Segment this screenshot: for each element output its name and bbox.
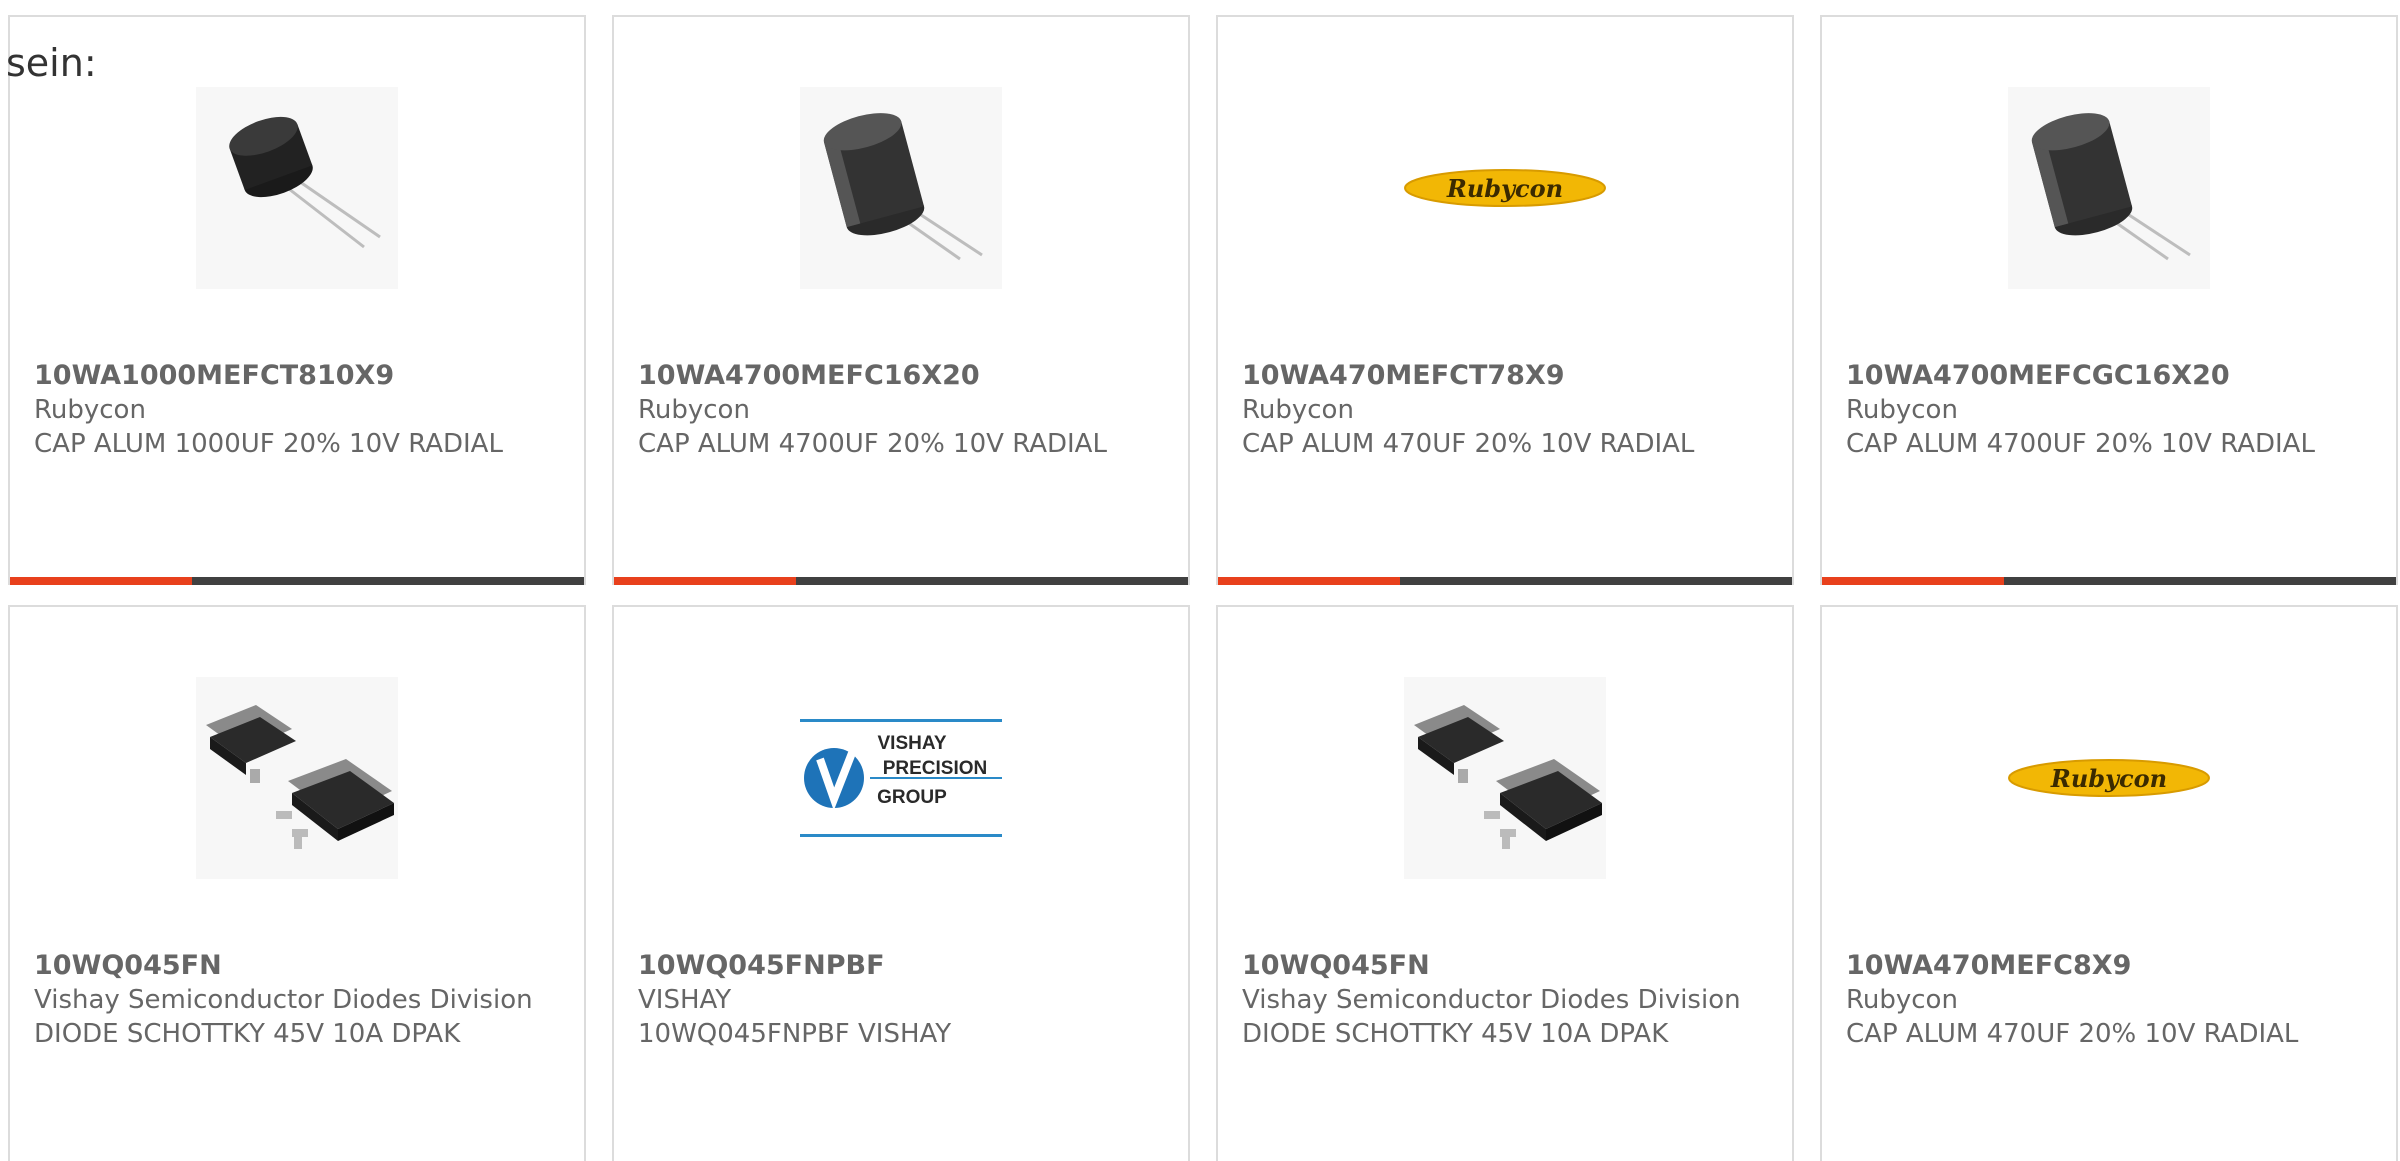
dpak-diode-icon xyxy=(206,705,394,849)
manufacturer: VISHAY xyxy=(638,985,732,1015)
description: CAP ALUM 1000UF 20% 10V RADIAL xyxy=(34,429,503,459)
product-image[interactable]: VISHAY PRECISION GROUP xyxy=(800,677,1002,879)
manufacturer: Rubycon xyxy=(1242,395,1354,425)
product-card[interactable]: 10WQ045FN Vishay Semiconductor Diodes Di… xyxy=(8,605,586,1161)
part-number[interactable]: 10WA1000MEFCT810X9 xyxy=(34,359,564,393)
product-info: 10WA1000MEFCT810X9 Rubycon CAP ALUM 1000… xyxy=(34,359,564,461)
product-info: 10WQ045FN Vishay Semiconductor Diodes Di… xyxy=(34,949,564,1051)
manufacturer: Rubycon xyxy=(638,395,750,425)
description: CAP ALUM 4700UF 20% 10V RADIAL xyxy=(638,429,1107,459)
intro-text: sein: xyxy=(6,41,97,85)
logo-line-3: GROUP xyxy=(877,787,947,808)
product-image[interactable]: Rubycon xyxy=(2008,677,2210,879)
product-card[interactable]: 10WQ045FN Vishay Semiconductor Diodes Di… xyxy=(1216,605,1794,1161)
capacitor-small-icon xyxy=(229,116,381,249)
card-accent xyxy=(614,577,796,585)
manufacturer: Vishay Semiconductor Diodes Division xyxy=(34,985,533,1015)
dpak-diode-icon xyxy=(1414,705,1602,849)
card-accent xyxy=(1822,577,2004,585)
card-accent xyxy=(1218,577,1400,585)
part-number[interactable]: 10WA470MEFC8X9 xyxy=(1846,949,2376,983)
product-card[interactable]: VISHAY PRECISION GROUP 10WQ045FNPBF VISH… xyxy=(612,605,1190,1161)
description: CAP ALUM 4700UF 20% 10V RADIAL xyxy=(1846,429,2315,459)
product-info: 10WA470MEFCT78X9 Rubycon CAP ALUM 470UF … xyxy=(1242,359,1772,461)
part-number[interactable]: 10WA470MEFCT78X9 xyxy=(1242,359,1772,393)
part-number[interactable]: 10WA4700MEFCGC16X20 xyxy=(1846,359,2376,393)
product-info: 10WA4700MEFCGC16X20 Rubycon CAP ALUM 470… xyxy=(1846,359,2376,461)
product-grid: 10WA1000MEFCT810X9 Rubycon CAP ALUM 1000… xyxy=(8,15,2398,1161)
product-card[interactable]: Rubycon 10WA470MEFC8X9 Rubycon CAP ALUM … xyxy=(1820,605,2398,1161)
description: DIODE SCHOTTKY 45V 10A DPAK xyxy=(34,1019,461,1049)
description: DIODE SCHOTTKY 45V 10A DPAK xyxy=(1242,1019,1669,1049)
product-info: 10WQ045FNPBF VISHAY 10WQ045FNPBF VISHAY xyxy=(638,949,1168,1051)
product-info: 10WA470MEFC8X9 Rubycon CAP ALUM 470UF 20… xyxy=(1846,949,2376,1051)
description: CAP ALUM 470UF 20% 10V RADIAL xyxy=(1242,429,1695,459)
card-bottom-bar xyxy=(1822,577,2396,585)
rubycon-logo-text: Rubycon xyxy=(2050,764,2167,793)
manufacturer: Rubycon xyxy=(1846,985,1958,1015)
card-accent xyxy=(10,577,192,585)
manufacturer: Vishay Semiconductor Diodes Division xyxy=(1242,985,1741,1015)
product-card[interactable]: Rubycon 10WA470MEFCT78X9 Rubycon CAP ALU… xyxy=(1216,15,1794,585)
product-image[interactable] xyxy=(196,677,398,879)
product-card[interactable]: 10WA4700MEFCGC16X20 Rubycon CAP ALUM 470… xyxy=(1820,15,2398,585)
capacitor-large-icon xyxy=(2031,113,2191,261)
product-info: 10WA4700MEFC16X20 Rubycon CAP ALUM 4700U… xyxy=(638,359,1168,461)
capacitor-large-icon xyxy=(823,113,983,261)
manufacturer: Rubycon xyxy=(34,395,146,425)
product-image[interactable]: Rubycon xyxy=(1404,87,1606,289)
description: CAP ALUM 470UF 20% 10V RADIAL xyxy=(1846,1019,2299,1049)
product-card[interactable]: 10WA1000MEFCT810X9 Rubycon CAP ALUM 1000… xyxy=(8,15,586,585)
product-info: 10WQ045FN Vishay Semiconductor Diodes Di… xyxy=(1242,949,1772,1051)
logo-line-2: PRECISION xyxy=(883,758,988,779)
description: 10WQ045FNPBF VISHAY xyxy=(638,1019,952,1049)
product-image[interactable] xyxy=(2008,87,2210,289)
card-bottom-bar xyxy=(1218,577,1792,585)
card-bottom-bar xyxy=(614,577,1188,585)
rubycon-logo-text: Rubycon xyxy=(1446,174,1563,203)
part-number[interactable]: 10WQ045FN xyxy=(1242,949,1772,983)
rubycon-logo: Rubycon xyxy=(2008,759,2210,797)
manufacturer: Rubycon xyxy=(1846,395,1958,425)
logo-line-1: VISHAY xyxy=(878,733,947,754)
product-card[interactable]: 10WA4700MEFC16X20 Rubycon CAP ALUM 4700U… xyxy=(612,15,1190,585)
part-number[interactable]: 10WQ045FNPBF xyxy=(638,949,1168,983)
part-number[interactable]: 10WA4700MEFC16X20 xyxy=(638,359,1168,393)
product-image[interactable] xyxy=(1404,677,1606,879)
card-bottom-bar xyxy=(10,577,584,585)
product-image[interactable] xyxy=(800,87,1002,289)
part-number[interactable]: 10WQ045FN xyxy=(34,949,564,983)
vishay-precision-logo: VISHAY PRECISION GROUP xyxy=(800,719,1002,837)
rubycon-logo: Rubycon xyxy=(1404,169,1606,207)
product-image[interactable] xyxy=(196,87,398,289)
